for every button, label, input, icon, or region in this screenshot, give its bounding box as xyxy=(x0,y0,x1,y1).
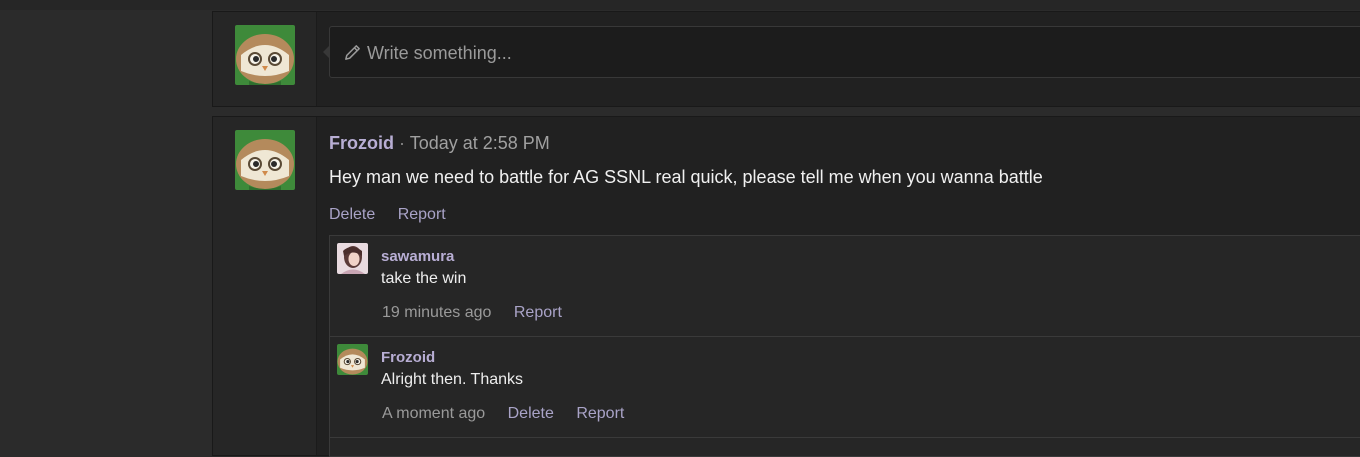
delete-button[interactable]: Delete xyxy=(508,405,554,422)
delete-button[interactable]: Delete xyxy=(329,206,375,223)
comment-author-link[interactable]: sawamura xyxy=(381,248,454,265)
comment-list: sawamura take the win 19 minutes ago Rep… xyxy=(329,235,1360,457)
post-timestamp[interactable]: Today at 2:58 PM xyxy=(410,133,550,153)
top-bar xyxy=(0,0,1360,10)
post-header: Frozoid · Today at 2:58 PM xyxy=(329,133,550,154)
comment-timestamp[interactable]: 19 minutes ago xyxy=(382,304,491,321)
new-post-block: Write something... xyxy=(212,11,1360,107)
report-button[interactable]: Report xyxy=(398,206,446,223)
avatar[interactable] xyxy=(337,243,368,274)
comment-item: Frozoid Alright then. Thanks A moment ag… xyxy=(330,337,1360,438)
post-actions: Delete Report xyxy=(329,206,464,224)
comment-text: Alright then. Thanks xyxy=(381,371,524,388)
write-something-input[interactable]: Write something... xyxy=(323,26,1360,78)
avatar[interactable] xyxy=(235,25,295,85)
pencil-icon xyxy=(345,45,360,60)
post-author-link[interactable]: Frozoid xyxy=(329,133,394,153)
comment-item: sawamura take the win 19 minutes ago Rep… xyxy=(330,236,1360,337)
comment-author-link[interactable]: Frozoid xyxy=(381,349,435,366)
profile-post: Frozoid · Today at 2:58 PM Hey man we ne… xyxy=(212,116,1360,457)
comment-text: take the win xyxy=(381,270,467,287)
separator: · xyxy=(399,133,406,153)
composer-placeholder: Write something... xyxy=(367,43,512,63)
avatar[interactable] xyxy=(337,344,368,375)
report-button[interactable]: Report xyxy=(514,304,562,321)
comment-meta: A moment ago Delete Report xyxy=(382,405,642,423)
post-message: Hey man we need to battle for AG SSNL re… xyxy=(329,167,1043,187)
report-button[interactable]: Report xyxy=(576,405,624,422)
comment-timestamp[interactable]: A moment ago xyxy=(382,405,485,422)
comment-meta: 19 minutes ago Report xyxy=(382,304,580,322)
avatar[interactable] xyxy=(235,130,295,190)
